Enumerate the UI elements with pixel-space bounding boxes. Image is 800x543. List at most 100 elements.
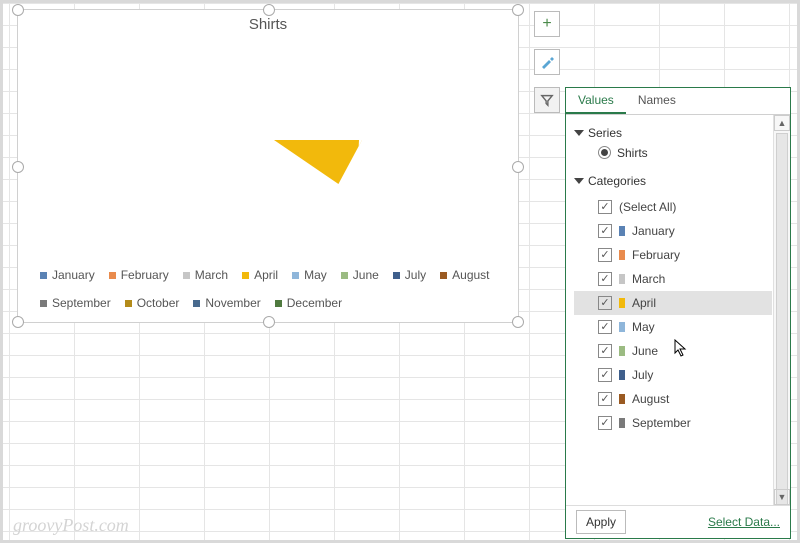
resize-handle[interactable] (12, 4, 24, 16)
legend-label: November (205, 296, 260, 310)
category-label: September (632, 416, 691, 430)
legend-label: September (52, 296, 111, 310)
legend-item[interactable]: May (292, 268, 327, 282)
category-label: March (632, 272, 665, 286)
series-item-label: Shirts (617, 146, 648, 160)
resize-handle[interactable] (512, 4, 524, 16)
legend-label: January (52, 268, 95, 282)
filter-tabs: Values Names (566, 88, 790, 115)
resize-handle[interactable] (512, 161, 524, 173)
legend-item[interactable]: August (440, 268, 489, 282)
tab-values[interactable]: Values (566, 88, 626, 114)
legend-swatch (292, 272, 299, 279)
legend-item[interactable]: June (341, 268, 379, 282)
category-row[interactable]: ✓ September (574, 411, 772, 435)
legend-swatch (242, 272, 249, 279)
apply-button[interactable]: Apply (576, 510, 626, 534)
chart-styles-button[interactable] (534, 49, 560, 75)
resize-handle[interactable] (263, 4, 275, 16)
category-row[interactable]: ✓ July (574, 363, 772, 387)
legend-label: June (353, 268, 379, 282)
legend-swatch (393, 272, 400, 279)
scroll-thumb[interactable] (776, 133, 788, 505)
filter-panel-footer: Apply Select Data... (566, 505, 790, 538)
category-label: January (632, 224, 675, 238)
category-swatch (619, 298, 625, 308)
checkbox-icon: ✓ (598, 416, 612, 430)
legend-item[interactable]: November (193, 296, 260, 310)
chart-filters-button[interactable] (534, 87, 560, 113)
app-frame: Shirts JanuaryFebruaryMarchAprilMayJuneJ… (0, 0, 800, 543)
categories-header[interactable]: Categories (574, 171, 772, 191)
brush-icon (539, 54, 555, 70)
category-label: April (632, 296, 656, 310)
legend-swatch (40, 300, 47, 307)
category-row[interactable]: ✓ March (574, 267, 772, 291)
legend-item[interactable]: April (242, 268, 278, 282)
legend-item[interactable]: February (109, 268, 169, 282)
category-label: June (632, 344, 658, 358)
watermark: groovyPost.com (13, 515, 129, 536)
chart-legend: January February March April May June July Augu… (40, 268, 496, 310)
legend-item[interactable]: January (40, 268, 95, 282)
legend-label: March (195, 268, 228, 282)
legend-swatch (125, 300, 132, 307)
series-header[interactable]: Series (574, 123, 772, 143)
category-swatch (619, 322, 625, 332)
chevron-down-icon (574, 178, 584, 184)
category-label: August (632, 392, 669, 406)
chart-filter-panel: Values Names Series Shirts Categories ✓ (… (565, 87, 791, 539)
legend-label: October (137, 296, 180, 310)
category-row[interactable]: ✓ April (574, 291, 772, 315)
legend-label: August (452, 268, 489, 282)
legend-swatch (440, 272, 447, 279)
resize-handle[interactable] (512, 316, 524, 328)
category-swatch (619, 226, 625, 236)
resize-handle[interactable] (263, 316, 275, 328)
legend-item[interactable]: September (40, 296, 111, 310)
category-row[interactable]: ✓ February (574, 243, 772, 267)
legend-label: April (254, 268, 278, 282)
chart-elements-button[interactable]: + (534, 11, 560, 37)
legend-swatch (40, 272, 47, 279)
category-label: February (632, 248, 680, 262)
checkbox-icon: ✓ (598, 200, 612, 214)
resize-handle[interactable] (12, 161, 24, 173)
category-label: July (632, 368, 653, 382)
checkbox-icon: ✓ (598, 272, 612, 286)
legend-label: July (405, 268, 426, 282)
select-data-link[interactable]: Select Data... (708, 515, 780, 529)
checkbox-icon: ✓ (598, 296, 612, 310)
legend-swatch (193, 300, 200, 307)
tab-names[interactable]: Names (626, 88, 688, 114)
legend-item[interactable]: July (393, 268, 426, 282)
legend-swatch (341, 272, 348, 279)
chart-object[interactable]: Shirts JanuaryFebruaryMarchAprilMayJuneJ… (17, 9, 519, 323)
series-label: Series (588, 126, 622, 140)
plus-icon: + (542, 15, 551, 33)
checkbox-icon: ✓ (598, 392, 612, 406)
category-row[interactable]: ✓ (Select All) (574, 195, 772, 219)
checkbox-icon: ✓ (598, 320, 612, 334)
checkbox-icon: ✓ (598, 248, 612, 262)
category-row[interactable]: ✓January (574, 219, 772, 243)
category-row[interactable]: ✓ May (574, 315, 772, 339)
category-row[interactable]: ✓ August (574, 387, 772, 411)
category-swatch (619, 370, 625, 380)
series-item-shirts[interactable]: Shirts (574, 143, 772, 163)
resize-handle[interactable] (12, 316, 24, 328)
scrollbar[interactable]: ▲ ▼ (773, 115, 790, 505)
chart-title[interactable]: Shirts (18, 16, 518, 33)
scroll-down-button[interactable]: ▼ (774, 489, 790, 505)
legend-item[interactable]: December (275, 296, 342, 310)
legend-item[interactable]: March (183, 268, 228, 282)
category-swatch (619, 394, 625, 404)
category-row[interactable]: ✓June (574, 339, 772, 363)
category-label: May (632, 320, 655, 334)
legend-swatch (275, 300, 282, 307)
chevron-down-icon (574, 130, 584, 136)
category-label: (Select All) (619, 200, 676, 214)
legend-item[interactable]: October (125, 296, 180, 310)
checkbox-icon: ✓ (598, 368, 612, 382)
scroll-up-button[interactable]: ▲ (774, 115, 790, 131)
